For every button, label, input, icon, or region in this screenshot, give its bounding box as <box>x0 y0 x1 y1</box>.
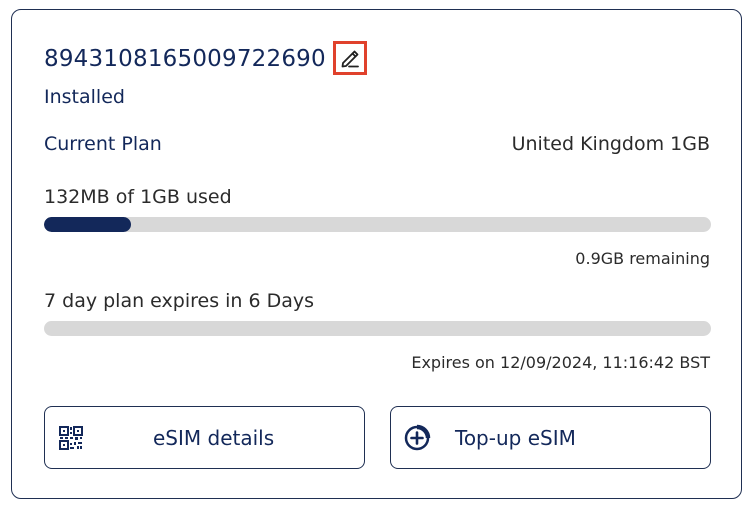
data-usage-label: 132MB of 1GB used <box>44 186 232 208</box>
esim-details-button[interactable]: eSIM details <box>44 406 365 469</box>
current-plan-name: United Kingdom 1GB <box>511 133 710 155</box>
iccid-number: 8943108165009722690 <box>44 46 326 72</box>
current-plan-label: Current Plan <box>44 133 162 155</box>
plus-circle-icon <box>403 424 431 452</box>
edit-name-button[interactable] <box>333 41 367 75</box>
top-up-esim-button[interactable]: Top-up eSIM <box>390 406 711 469</box>
plan-expiry-bar <box>44 321 711 336</box>
esim-card: 8943108165009722690 Installed Current Pl… <box>11 9 742 499</box>
install-status: Installed <box>44 86 125 108</box>
data-usage-fill <box>44 217 131 232</box>
data-remaining-text: 0.9GB remaining <box>575 249 710 268</box>
data-usage-bar <box>44 217 711 232</box>
esim-details-label: eSIM details <box>153 425 275 450</box>
top-up-esim-label: Top-up eSIM <box>455 425 576 450</box>
qr-code-icon <box>57 424 85 452</box>
pencil-edit-icon <box>341 50 359 68</box>
expiry-date-text: Expires on 12/09/2024, 11:16:42 BST <box>411 353 710 372</box>
plan-expiry-label: 7 day plan expires in 6 Days <box>44 290 315 312</box>
